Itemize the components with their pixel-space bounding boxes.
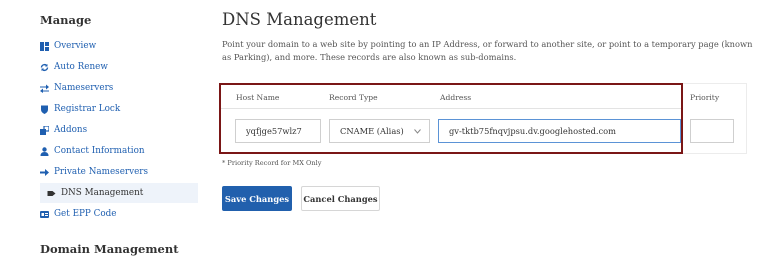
sidebar-item-nameservers[interactable]: Nameservers xyxy=(40,78,113,98)
sidebar-item-label: Get EPP Code xyxy=(54,209,117,219)
arrow-right-icon xyxy=(40,168,49,177)
sidebar-item-label: Contact Information xyxy=(54,146,145,156)
address-value: gv-tktb75fnqvjpsu.dv.googlehosted.com xyxy=(449,126,617,136)
sidebar-item-registrar-lock[interactable]: Registrar Lock xyxy=(40,99,120,119)
sidebar-item-label: Private Nameservers xyxy=(54,167,148,177)
priority-note: * Priority Record for MX Only xyxy=(222,159,322,167)
column-header-record-type: Record Type xyxy=(329,93,378,102)
record-type-select[interactable]: CNAME (Alias) xyxy=(329,119,430,143)
record-type-value: CNAME (Alias) xyxy=(340,126,404,136)
sidebar-item-label: Registrar Lock xyxy=(54,104,121,114)
sidebar-title: Manage xyxy=(40,13,92,27)
sidebar-item-private-nameservers[interactable]: Private Nameservers xyxy=(40,162,148,182)
table-divider xyxy=(221,108,681,109)
chevron-down-icon xyxy=(414,126,421,136)
page-title: DNS Management xyxy=(222,10,377,29)
sidebar-item-label: Addons xyxy=(54,125,88,135)
sidebar-item-auto-renew[interactable]: Auto Renew xyxy=(40,57,108,77)
host-name-value: yqfjge57wlz7 xyxy=(246,126,302,136)
address-input[interactable]: gv-tktb75fnqvjpsu.dv.googlehosted.com xyxy=(438,119,681,143)
sidebar: Manage Overview Auto Renew Nameservers R… xyxy=(0,0,205,263)
id-card-icon xyxy=(40,210,49,219)
overview-icon xyxy=(40,41,49,51)
host-name-input[interactable]: yqfjge57wlz7 xyxy=(235,119,321,143)
auto-renew-icon xyxy=(40,63,49,72)
sidebar-item-addons[interactable]: Addons xyxy=(40,120,87,140)
sidebar-section-title: Domain Management xyxy=(40,242,179,256)
column-header-priority: Priority xyxy=(690,93,720,102)
shield-icon xyxy=(40,105,49,114)
sidebar-item-label: Overview xyxy=(54,41,97,51)
sidebar-item-get-epp-code[interactable]: Get EPP Code xyxy=(40,204,117,224)
cancel-changes-button[interactable]: Cancel Changes xyxy=(301,186,380,211)
sidebar-item-contact-information[interactable]: Contact Information xyxy=(40,141,145,161)
addons-icon xyxy=(40,125,49,135)
sidebar-item-label: Auto Renew xyxy=(54,62,108,72)
sidebar-item-label: DNS Management xyxy=(61,188,144,198)
column-header-host-name: Host Name xyxy=(236,93,280,102)
tag-icon xyxy=(47,189,56,198)
sidebar-item-dns-management[interactable]: DNS Management xyxy=(40,183,198,203)
user-icon xyxy=(40,146,49,156)
priority-input[interactable] xyxy=(690,119,734,143)
page-description: Point your domain to a web site by point… xyxy=(222,39,753,62)
nameservers-icon xyxy=(40,84,49,93)
save-changes-button[interactable]: Save Changes xyxy=(222,186,292,211)
column-header-address: Address xyxy=(440,93,472,102)
sidebar-item-label: Nameservers xyxy=(54,83,114,93)
sidebar-item-overview[interactable]: Overview xyxy=(40,36,96,56)
